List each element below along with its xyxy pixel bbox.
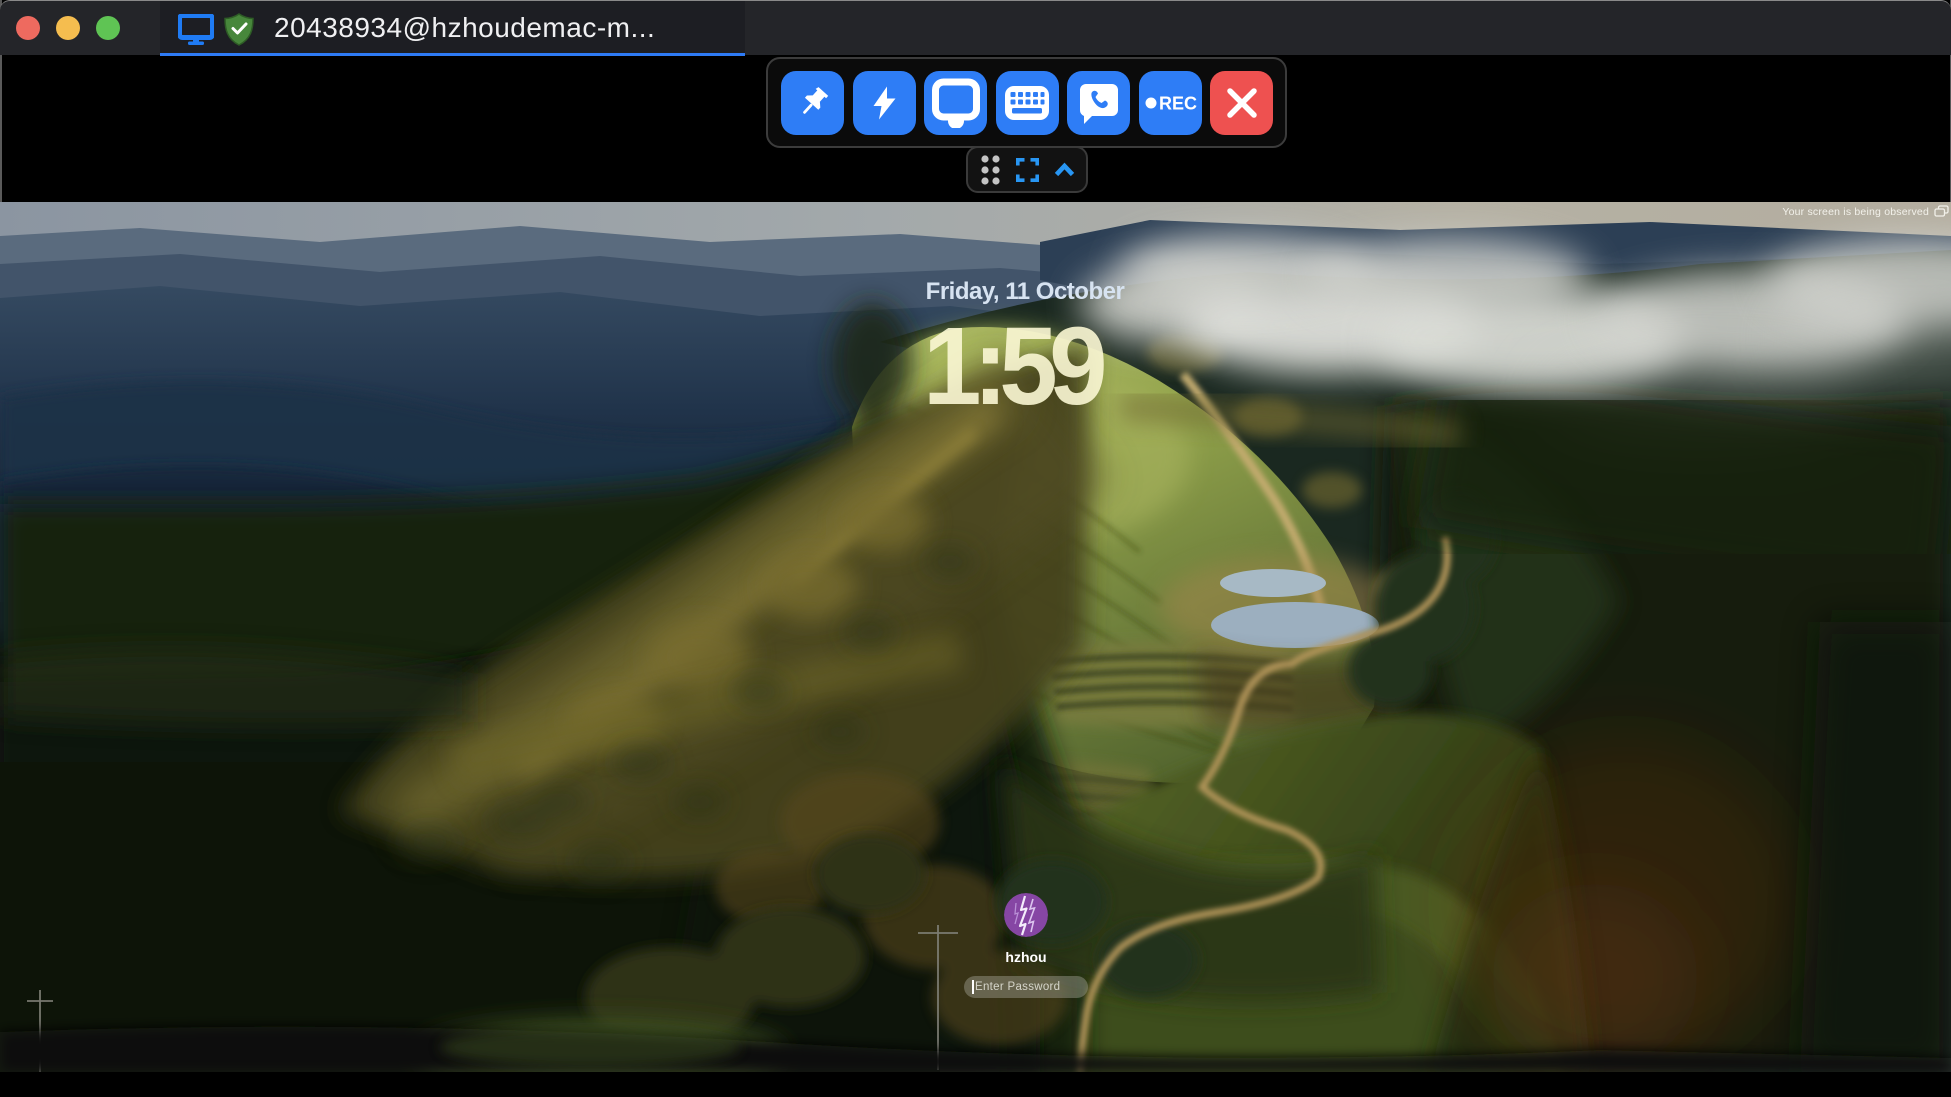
svg-text:REC: REC	[1159, 93, 1197, 113]
